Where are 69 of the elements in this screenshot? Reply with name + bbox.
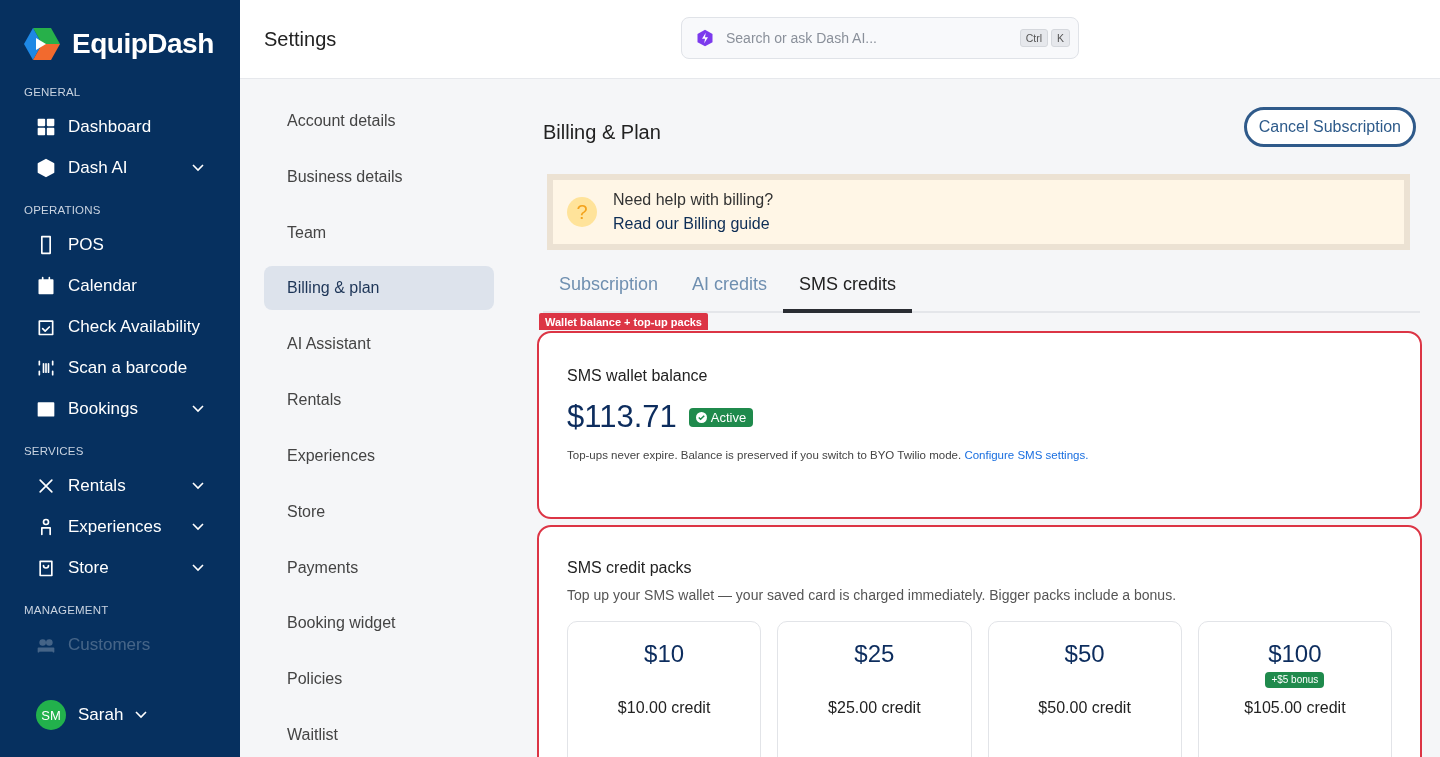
cancel-subscription-button[interactable]: Cancel Subscription (1243, 106, 1416, 147)
section-heading: MANAGEMENT (23, 603, 110, 618)
sidebar-item[interactable]: POS (0, 224, 240, 265)
settings-nav-item[interactable]: Rentals (264, 378, 494, 422)
credit-pack[interactable]: $100 +$5 bonus $105.00 credit (1197, 621, 1392, 757)
pack-price: $50 (1064, 640, 1105, 668)
search-input[interactable]: Search or ask Dash AI... (724, 29, 1016, 47)
tab[interactable]: SMS credits (783, 266, 913, 313)
chevron-down-icon (192, 563, 204, 572)
annotation-tag: Wallet balance + top-up packs (539, 313, 708, 330)
chevron-down-icon (192, 404, 204, 413)
pack-price: $100 (1268, 640, 1322, 668)
section-heading: OPERATIONS (23, 203, 102, 218)
wallet-note: Top-ups never expire. Balance is preserved if you switch to BYO Twilio mode. Configure SMS settings. (567, 449, 1090, 461)
sidebar-item[interactable]: Experiences (0, 506, 240, 547)
brand-name: EquipDash (72, 28, 214, 60)
card-subtitle: Top up your SMS wallet — your saved card is charged immediately. Bigger packs include a bonus. (567, 587, 1178, 603)
check-circle-icon (695, 411, 707, 423)
sidebar-item[interactable]: Check Availability (0, 306, 240, 347)
pack-price: $25 (854, 640, 895, 668)
bonus-badge: +$5 bonus (1265, 672, 1325, 688)
sidebar-item[interactable]: Rentals (0, 465, 240, 506)
logo-icon (24, 28, 60, 60)
settings-nav-item[interactable]: Team (264, 210, 494, 255)
chevron-down-icon (135, 711, 148, 719)
settings-nav-item[interactable]: Business details (264, 154, 494, 199)
card-title: SMS credit packs (567, 559, 693, 577)
section-title: Billing & Plan (543, 120, 661, 144)
grid-icon (36, 116, 56, 137)
page-heading: Settings (264, 27, 337, 51)
settings-nav-item[interactable]: Waitlist (264, 713, 494, 757)
pack-credit: $50.00 credit (1038, 699, 1131, 717)
settings-nav-item[interactable]: Store (264, 489, 494, 534)
help-title: Need help with billing? (613, 191, 774, 209)
credit-pack[interactable]: $50 $50.00 credit (987, 621, 1182, 757)
sidebar-item[interactable]: Calendar (0, 265, 240, 306)
pack-credit: $10.00 credit (617, 699, 711, 717)
settings-nav-item[interactable]: Account details (264, 99, 494, 143)
section-heading: SERVICES (23, 444, 85, 459)
settings-nav-item[interactable]: Billing & plan (264, 266, 494, 311)
settings-nav-item[interactable]: Payments (264, 545, 494, 590)
keyboard-key: Ctrl (1019, 29, 1048, 47)
billing-guide-link[interactable]: Read our Billing guide (613, 215, 774, 233)
chevron-down-icon (192, 481, 204, 490)
chevron-down-icon (192, 522, 204, 531)
keyboard-key: K (1051, 29, 1070, 47)
search-field[interactable]: Search or ask Dash AI... Ctrl K (681, 17, 1079, 59)
configure-sms-link[interactable]: Configure SMS settings. (964, 449, 1089, 461)
section-heading: GENERAL (23, 85, 82, 100)
settings-nav-item[interactable]: Experiences (264, 433, 494, 478)
credit-pack[interactable]: $10 $10.00 credit (567, 621, 762, 757)
status-badge: Active (688, 407, 754, 427)
settings-nav-item[interactable]: Policies (264, 657, 494, 702)
sidebar-item[interactable]: Bookings (0, 388, 240, 429)
settings-nav-item[interactable]: AI Assistant (264, 322, 494, 367)
sidebar-item[interactable]: Dashboard (0, 106, 240, 147)
balance-amount: $113.71 (567, 399, 677, 435)
sidebar-item[interactable]: Store (0, 547, 240, 588)
avatar: SM (36, 700, 66, 730)
card-title: SMS wallet balance (567, 367, 709, 385)
sidebar-item[interactable]: Scan a barcode (0, 347, 240, 388)
pack-credit: $105.00 credit (1244, 699, 1346, 717)
credit-pack[interactable]: $25 $25.00 credit (777, 621, 972, 757)
pack-price: $10 (644, 640, 685, 668)
settings-nav-item[interactable]: Booking widget (264, 601, 494, 646)
chevron-down-icon (192, 163, 204, 172)
pack-credit: $25.00 credit (828, 699, 921, 717)
sidebar-item[interactable]: Dash AI (0, 147, 240, 188)
question-icon: ? (567, 197, 597, 227)
